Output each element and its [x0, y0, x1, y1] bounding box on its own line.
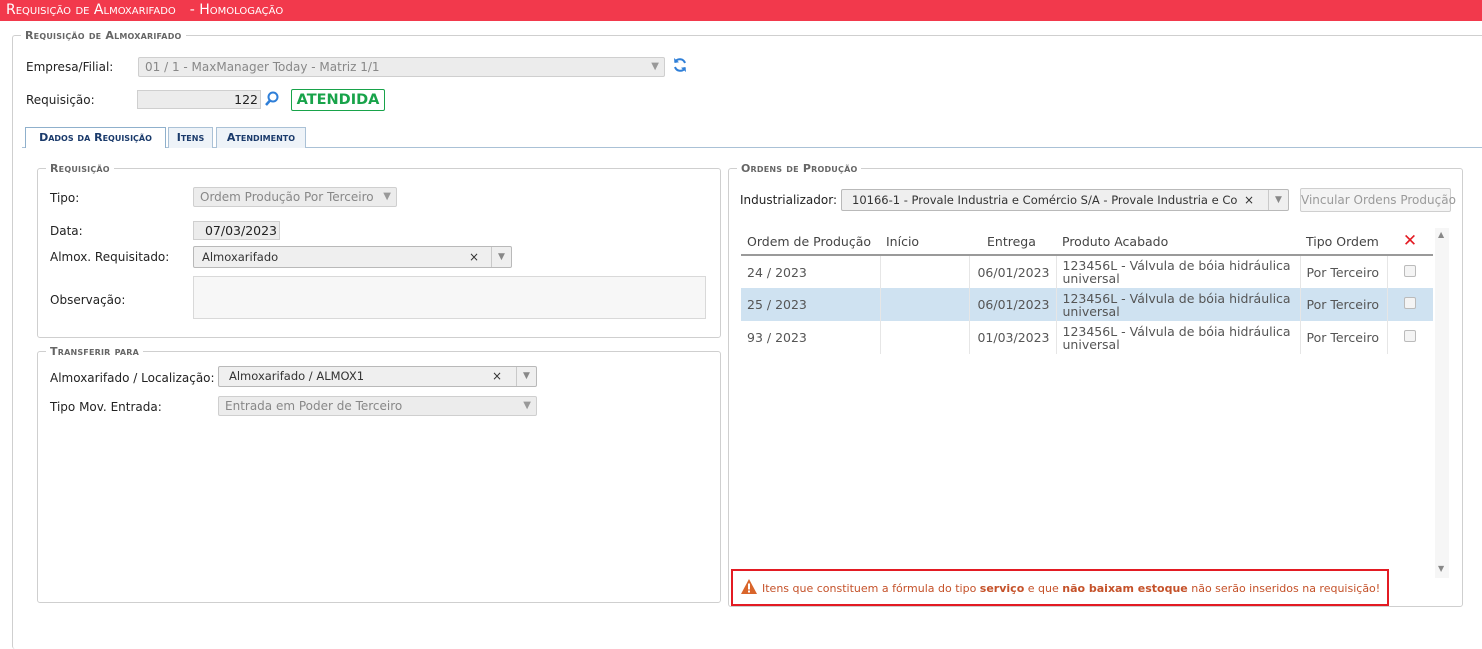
refresh-icon[interactable]	[671, 56, 689, 74]
warning-triangle-icon	[740, 578, 758, 595]
cell-ordem: 24 / 2023	[741, 255, 881, 288]
row-checkbox-cell	[1387, 288, 1433, 321]
almox-localizacao-combo[interactable]: Almoxarifado / ALMOX1 × ▼	[218, 366, 537, 387]
warning-text-1: Itens que constituem a fórmula do tipo	[762, 582, 980, 595]
chevron-down-icon: ▼	[523, 400, 531, 411]
tipo-select[interactable]: Ordem Produção Por Terceiro ▼	[193, 187, 397, 207]
table-row[interactable]: 24 / 2023 06/01/2023 123456L - Válvula d…	[741, 255, 1433, 288]
search-icon[interactable]	[263, 90, 281, 108]
clear-icon[interactable]: ×	[492, 367, 502, 386]
requisicao-label: Requisição:	[26, 93, 95, 107]
delete-x-icon[interactable]: ✕	[1387, 228, 1433, 256]
cell-entrega: 06/01/2023	[969, 255, 1057, 288]
almox-localizacao-label: Almoxarifado / Localização:	[50, 371, 215, 385]
row-checkbox[interactable]	[1404, 264, 1417, 277]
cell-entrega: 06/01/2023	[969, 288, 1057, 321]
tipo-mov-entrada-label: Tipo Mov. Entrada:	[50, 400, 162, 414]
clear-icon[interactable]: ×	[1239, 190, 1254, 210]
empresa-value: 01 / 1 - MaxManager Today - Matriz 1/1	[145, 60, 380, 74]
row-checkbox[interactable]	[1404, 297, 1417, 309]
industrializador-label: Industrializador:	[740, 193, 837, 207]
tipo-mov-entrada-select[interactable]: Entrada em Poder de Terceiro ▼	[218, 396, 537, 416]
almox-requisitado-value: Almoxarifado	[202, 250, 279, 264]
cell-ordem: 93 / 2023	[741, 321, 881, 354]
cell-inicio	[880, 321, 970, 354]
environment-label: - Homologação	[189, 2, 284, 18]
empresa-label: Empresa/Filial:	[26, 60, 114, 74]
tab-dados-requisicao[interactable]: Dados da Requisição	[25, 127, 166, 148]
almox-localizacao-value: Almoxarifado / ALMOX1	[229, 369, 365, 383]
row-checkbox-cell	[1387, 321, 1433, 354]
table-row[interactable]: 25 / 2023 06/01/2023 123456L - Válvula d…	[741, 288, 1433, 321]
scroll-down-arrow[interactable]: ▼	[1438, 564, 1444, 573]
tipo-mov-entrada-value: Entrada em Poder de Terceiro	[225, 399, 403, 413]
cell-tipo: Por Terceiro	[1300, 255, 1388, 288]
warning-bold-2: não baixam estoque	[1062, 582, 1188, 595]
grid-scrollbar[interactable]: ▲ ▼	[1435, 228, 1449, 578]
empresa-select[interactable]: 01 / 1 - MaxManager Today - Matriz 1/1 ▼	[138, 57, 665, 77]
title-bar: Requisição de Almoxarifado - Homologação	[0, 0, 1482, 21]
chevron-down-icon: ▼	[651, 61, 659, 72]
cell-inicio	[880, 255, 970, 288]
observacao-textarea[interactable]	[193, 276, 706, 319]
almox-requisitado-combo[interactable]: Almoxarifado × ▼	[193, 246, 512, 268]
industrializador-value: 10166-1 - Provale Industria e Comércio S…	[852, 193, 1238, 207]
cell-produto: 123456L - Válvula de bóia hidráulica uni…	[1056, 321, 1301, 354]
chevron-down-icon: ▼	[383, 191, 391, 202]
table-row[interactable]: 93 / 2023 01/03/2023 123456L - Válvula d…	[741, 321, 1433, 354]
warning-text-2: e que	[1024, 582, 1063, 595]
row-checkbox-cell	[1387, 255, 1433, 288]
vincular-ordens-button[interactable]: Vincular Ordens Produção	[1300, 188, 1456, 212]
requisicao-legend: Requisição	[50, 162, 110, 175]
warning-text-3: não serão inseridos na requisição!	[1187, 582, 1381, 595]
col-tipo-ordem[interactable]: Tipo Ordem	[1300, 228, 1387, 256]
cell-tipo: Por Terceiro	[1300, 321, 1388, 354]
col-produto-acabado[interactable]: Produto Acabado	[1056, 228, 1300, 256]
almox-requisitado-label: Almox. Requisitado:	[50, 250, 170, 264]
requisicao-input[interactable]: 122	[137, 90, 261, 109]
chevron-down-icon[interactable]: ▼	[516, 367, 536, 386]
tipo-value: Ordem Produção Por Terceiro	[200, 190, 374, 204]
cell-ordem: 25 / 2023	[741, 288, 881, 321]
cell-inicio	[880, 288, 970, 321]
header-legend: Requisição de Almoxarifado	[25, 29, 182, 42]
data-label: Data:	[50, 224, 83, 238]
tipo-label: Tipo:	[50, 191, 80, 205]
scroll-up-arrow[interactable]: ▲	[1438, 230, 1444, 239]
cell-entrega: 01/03/2023	[969, 321, 1057, 354]
clear-icon[interactable]: ×	[469, 247, 479, 267]
ordens-legend: Ordens de Produção	[741, 162, 858, 175]
row-checkbox[interactable]	[1404, 330, 1417, 342]
cell-produto: 123456L - Válvula de bóia hidráulica uni…	[1056, 288, 1301, 321]
warning-bold-1: serviço	[979, 582, 1025, 595]
col-inicio[interactable]: Início	[880, 228, 969, 256]
industrializador-combo[interactable]: 10166-1 - Provale Industria e Comércio S…	[841, 189, 1289, 211]
col-entrega[interactable]: Entrega	[969, 228, 1056, 256]
window-title: Requisição de Almoxarifado	[6, 2, 176, 18]
observacao-label: Observação:	[50, 293, 126, 307]
data-input[interactable]: 07/03/2023	[193, 221, 280, 240]
chevron-down-icon[interactable]: ▼	[1268, 190, 1288, 210]
tab-itens[interactable]: Itens	[168, 127, 213, 148]
warning-message: Itens que constituem a fórmula do tipo s…	[762, 582, 1380, 595]
ordens-grid: Ordem de Produção Início Entrega Produto…	[741, 228, 1433, 354]
chevron-down-icon[interactable]: ▼	[491, 247, 511, 267]
col-ordem-producao[interactable]: Ordem de Produção	[741, 228, 880, 256]
status-badge: ATENDIDA	[291, 89, 385, 111]
tab-atendimento[interactable]: Atendimento	[216, 127, 306, 148]
grid-header-row: Ordem de Produção Início Entrega Produto…	[741, 228, 1433, 256]
warning-box: Itens que constituem a fórmula do tipo s…	[731, 569, 1389, 606]
transferir-legend: Transferir para	[50, 345, 140, 358]
cell-tipo: Por Terceiro	[1300, 288, 1388, 321]
cell-produto: 123456L - Válvula de bóia hidráulica uni…	[1056, 255, 1301, 288]
